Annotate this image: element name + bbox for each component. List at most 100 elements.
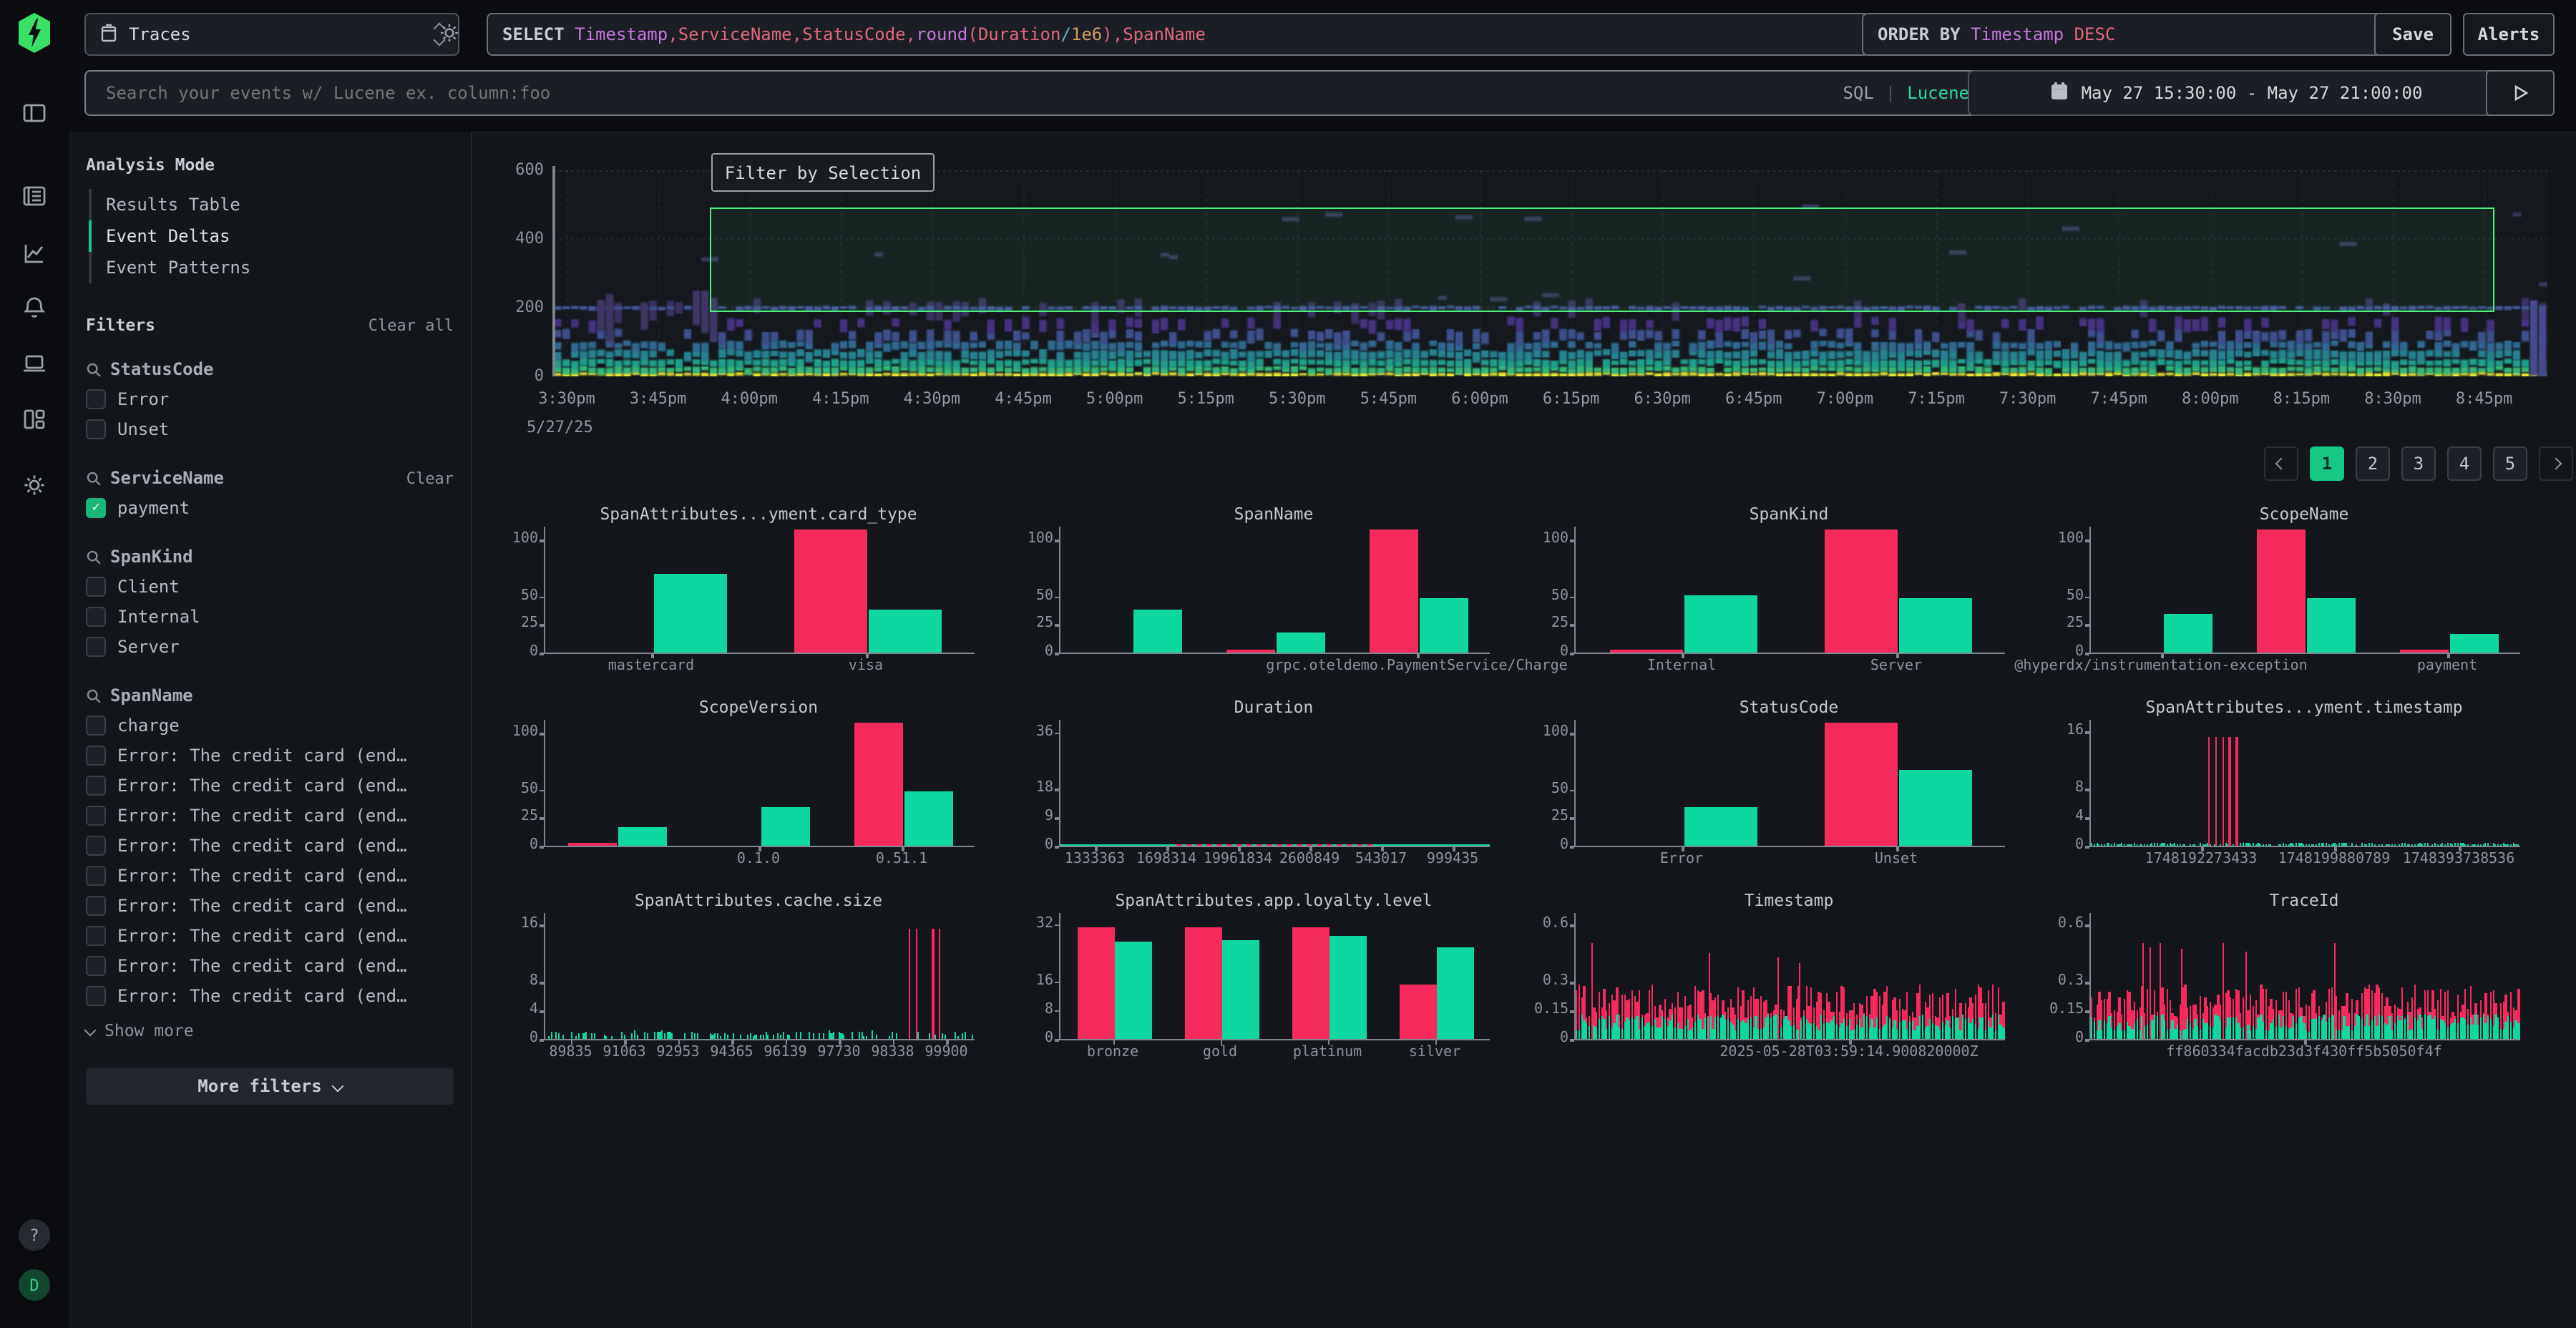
page-button[interactable]: 4 — [2447, 446, 2482, 481]
chart-explorer-icon[interactable] — [21, 240, 47, 266]
search-logs-icon[interactable] — [21, 183, 47, 209]
mini-chart[interactable]: Timestamp00.150.30.62025-05-28T03:59:14.… — [1534, 890, 2032, 1076]
filter-option[interactable]: Client — [86, 571, 454, 601]
source-select-value: Traces — [129, 24, 424, 44]
dashboards-icon[interactable] — [21, 406, 47, 432]
date-range-picker[interactable]: May 27 15:30:00 - May 27 21:00:00 — [1968, 70, 2506, 116]
save-button[interactable]: Save — [2374, 13, 2451, 56]
baseline-bar — [1853, 1030, 1855, 1039]
baseline-bar — [2298, 1018, 2300, 1039]
checkbox[interactable] — [86, 775, 106, 795]
filter-option[interactable]: Error: The credit card (end… — [86, 980, 454, 1010]
prev-page-button[interactable] — [2264, 446, 2298, 481]
checkbox[interactable] — [86, 715, 106, 735]
filter-option[interactable]: Error: The credit card (end… — [86, 770, 454, 800]
mini-chart[interactable]: ScopeName02550100@hyperdx/instrumentatio… — [2049, 504, 2547, 690]
show-more-label: Show more — [104, 1020, 194, 1040]
settings-gear-icon[interactable] — [21, 472, 47, 498]
filter-option[interactable]: Error: The credit card (end… — [86, 860, 454, 890]
user-avatar[interactable]: D — [19, 1269, 50, 1301]
mini-chart[interactable]: StatusCode02550100ErrorUnset — [1534, 697, 2032, 883]
mini-chart[interactable]: SpanKind02550100InternalServer — [1534, 504, 2032, 690]
baseline-bar — [813, 1034, 814, 1039]
checkbox[interactable] — [86, 955, 106, 975]
filter-option[interactable]: Error — [86, 384, 454, 414]
analysis-mode-item[interactable]: Event Deltas — [86, 220, 454, 252]
mini-chart-y-tick: 100 — [1534, 725, 1568, 741]
checkbox[interactable] — [86, 419, 106, 439]
page-button[interactable]: 1 — [2310, 446, 2344, 481]
mini-chart-x-label: 0.51.1 — [876, 851, 927, 867]
analysis-mode-item[interactable]: Results Table — [86, 189, 454, 220]
analysis-mode-item[interactable]: Event Patterns — [86, 252, 454, 283]
filter-by-selection-button[interactable]: Filter by Selection — [711, 153, 935, 192]
checkbox[interactable] — [86, 835, 106, 855]
filter-option[interactable]: Error: The credit card (end… — [86, 800, 454, 830]
timeline-y-tick: 0 — [484, 366, 544, 385]
filter-option[interactable]: ✓payment — [86, 492, 454, 522]
filter-option[interactable]: Unset — [86, 414, 454, 444]
mini-chart[interactable]: SpanAttributes.cache.size048168983591063… — [504, 890, 1002, 1076]
checkbox[interactable] — [86, 745, 106, 765]
app-logo-icon[interactable] — [17, 11, 52, 54]
filter-option[interactable]: Error: The credit card (end… — [86, 890, 454, 920]
baseline-bar — [692, 1032, 693, 1039]
run-query-button[interactable] — [2486, 70, 2555, 116]
mini-chart[interactable]: SpanAttributes...yment.timestamp04816174… — [2049, 697, 2547, 883]
panel-toggle-icon[interactable] — [21, 100, 47, 126]
show-more-link[interactable]: Show more — [86, 1016, 454, 1045]
baseline-bar — [1719, 1017, 1722, 1039]
more-filters-button[interactable]: More filters — [86, 1068, 454, 1105]
filter-option[interactable]: Error: The credit card (end… — [86, 830, 454, 860]
baseline-bar — [2368, 843, 2370, 846]
filter-option[interactable]: charge — [86, 710, 454, 740]
next-page-button[interactable] — [2539, 446, 2573, 481]
filter-option[interactable]: Server — [86, 631, 454, 661]
checkbox[interactable]: ✓ — [86, 497, 106, 517]
baseline-bar — [1919, 1016, 1921, 1039]
checkbox[interactable] — [86, 895, 106, 915]
mode-lucene-toggle[interactable]: Lucene — [1907, 83, 1969, 103]
mini-chart[interactable]: ScopeVersion025501000.1.00.51.1 — [504, 697, 1002, 883]
alerts-bell-icon[interactable] — [21, 295, 47, 321]
checkbox[interactable] — [86, 606, 106, 626]
clear-link[interactable]: Clear — [406, 469, 454, 487]
source-gear-icon[interactable] — [438, 21, 461, 44]
filter-option[interactable]: Error: The credit card (end… — [86, 920, 454, 950]
checkbox[interactable] — [86, 805, 106, 825]
sessions-laptop-icon[interactable] — [21, 351, 47, 376]
mini-chart[interactable]: SpanAttributes.app.loyalty.level081632br… — [1019, 890, 1517, 1076]
page-button[interactable]: 3 — [2401, 446, 2436, 481]
filter-option[interactable]: Error: The credit card (end… — [86, 950, 454, 980]
source-select[interactable]: Traces — [84, 13, 459, 56]
checkbox[interactable] — [86, 389, 106, 409]
clear-all-link[interactable]: Clear all — [369, 316, 454, 334]
filter-option[interactable]: Internal — [86, 601, 454, 631]
checkbox[interactable] — [86, 576, 106, 596]
mini-chart[interactable]: TraceId00.150.30.6ff860334facdb23d3f430f… — [2049, 890, 2547, 1076]
mini-chart[interactable]: SpanName02550100grpc.oteldemo.PaymentSer… — [1019, 504, 1517, 690]
selection-rectangle[interactable] — [709, 208, 2494, 313]
timeline-x-tick: 7:45pm — [2090, 389, 2147, 408]
mini-chart[interactable]: Duration09183613333631698314199618342600… — [1019, 697, 1517, 883]
baseline-bar — [2502, 1029, 2504, 1039]
baseline-bar — [1858, 1019, 1860, 1039]
checkbox[interactable] — [86, 925, 106, 945]
checkbox[interactable] — [86, 985, 106, 1005]
mini-chart[interactable]: SpanAttributes...yment.card_type02550100… — [504, 504, 1002, 690]
page-button[interactable]: 2 — [2356, 446, 2390, 481]
alerts-button[interactable]: Alerts — [2463, 13, 2555, 56]
search-input[interactable] — [103, 82, 1843, 104]
baseline-bar — [583, 1034, 585, 1039]
mini-chart-title: StatusCode — [1574, 697, 2004, 717]
help-button[interactable]: ? — [19, 1219, 50, 1251]
filter-option[interactable]: Error: The credit card (end… — [86, 740, 454, 770]
checkbox[interactable] — [86, 865, 106, 885]
page-button[interactable]: 5 — [2493, 446, 2527, 481]
baseline-bar — [2326, 843, 2327, 846]
mode-sql-toggle[interactable]: SQL — [1843, 83, 1873, 103]
order-by-input[interactable]: ORDER BY Timestamp DESC — [1862, 13, 2389, 56]
baseline-bar — [2454, 1019, 2457, 1039]
sql-select-input[interactable]: SELECT Timestamp,ServiceName,StatusCode,… — [487, 13, 1869, 56]
checkbox[interactable] — [86, 636, 106, 656]
